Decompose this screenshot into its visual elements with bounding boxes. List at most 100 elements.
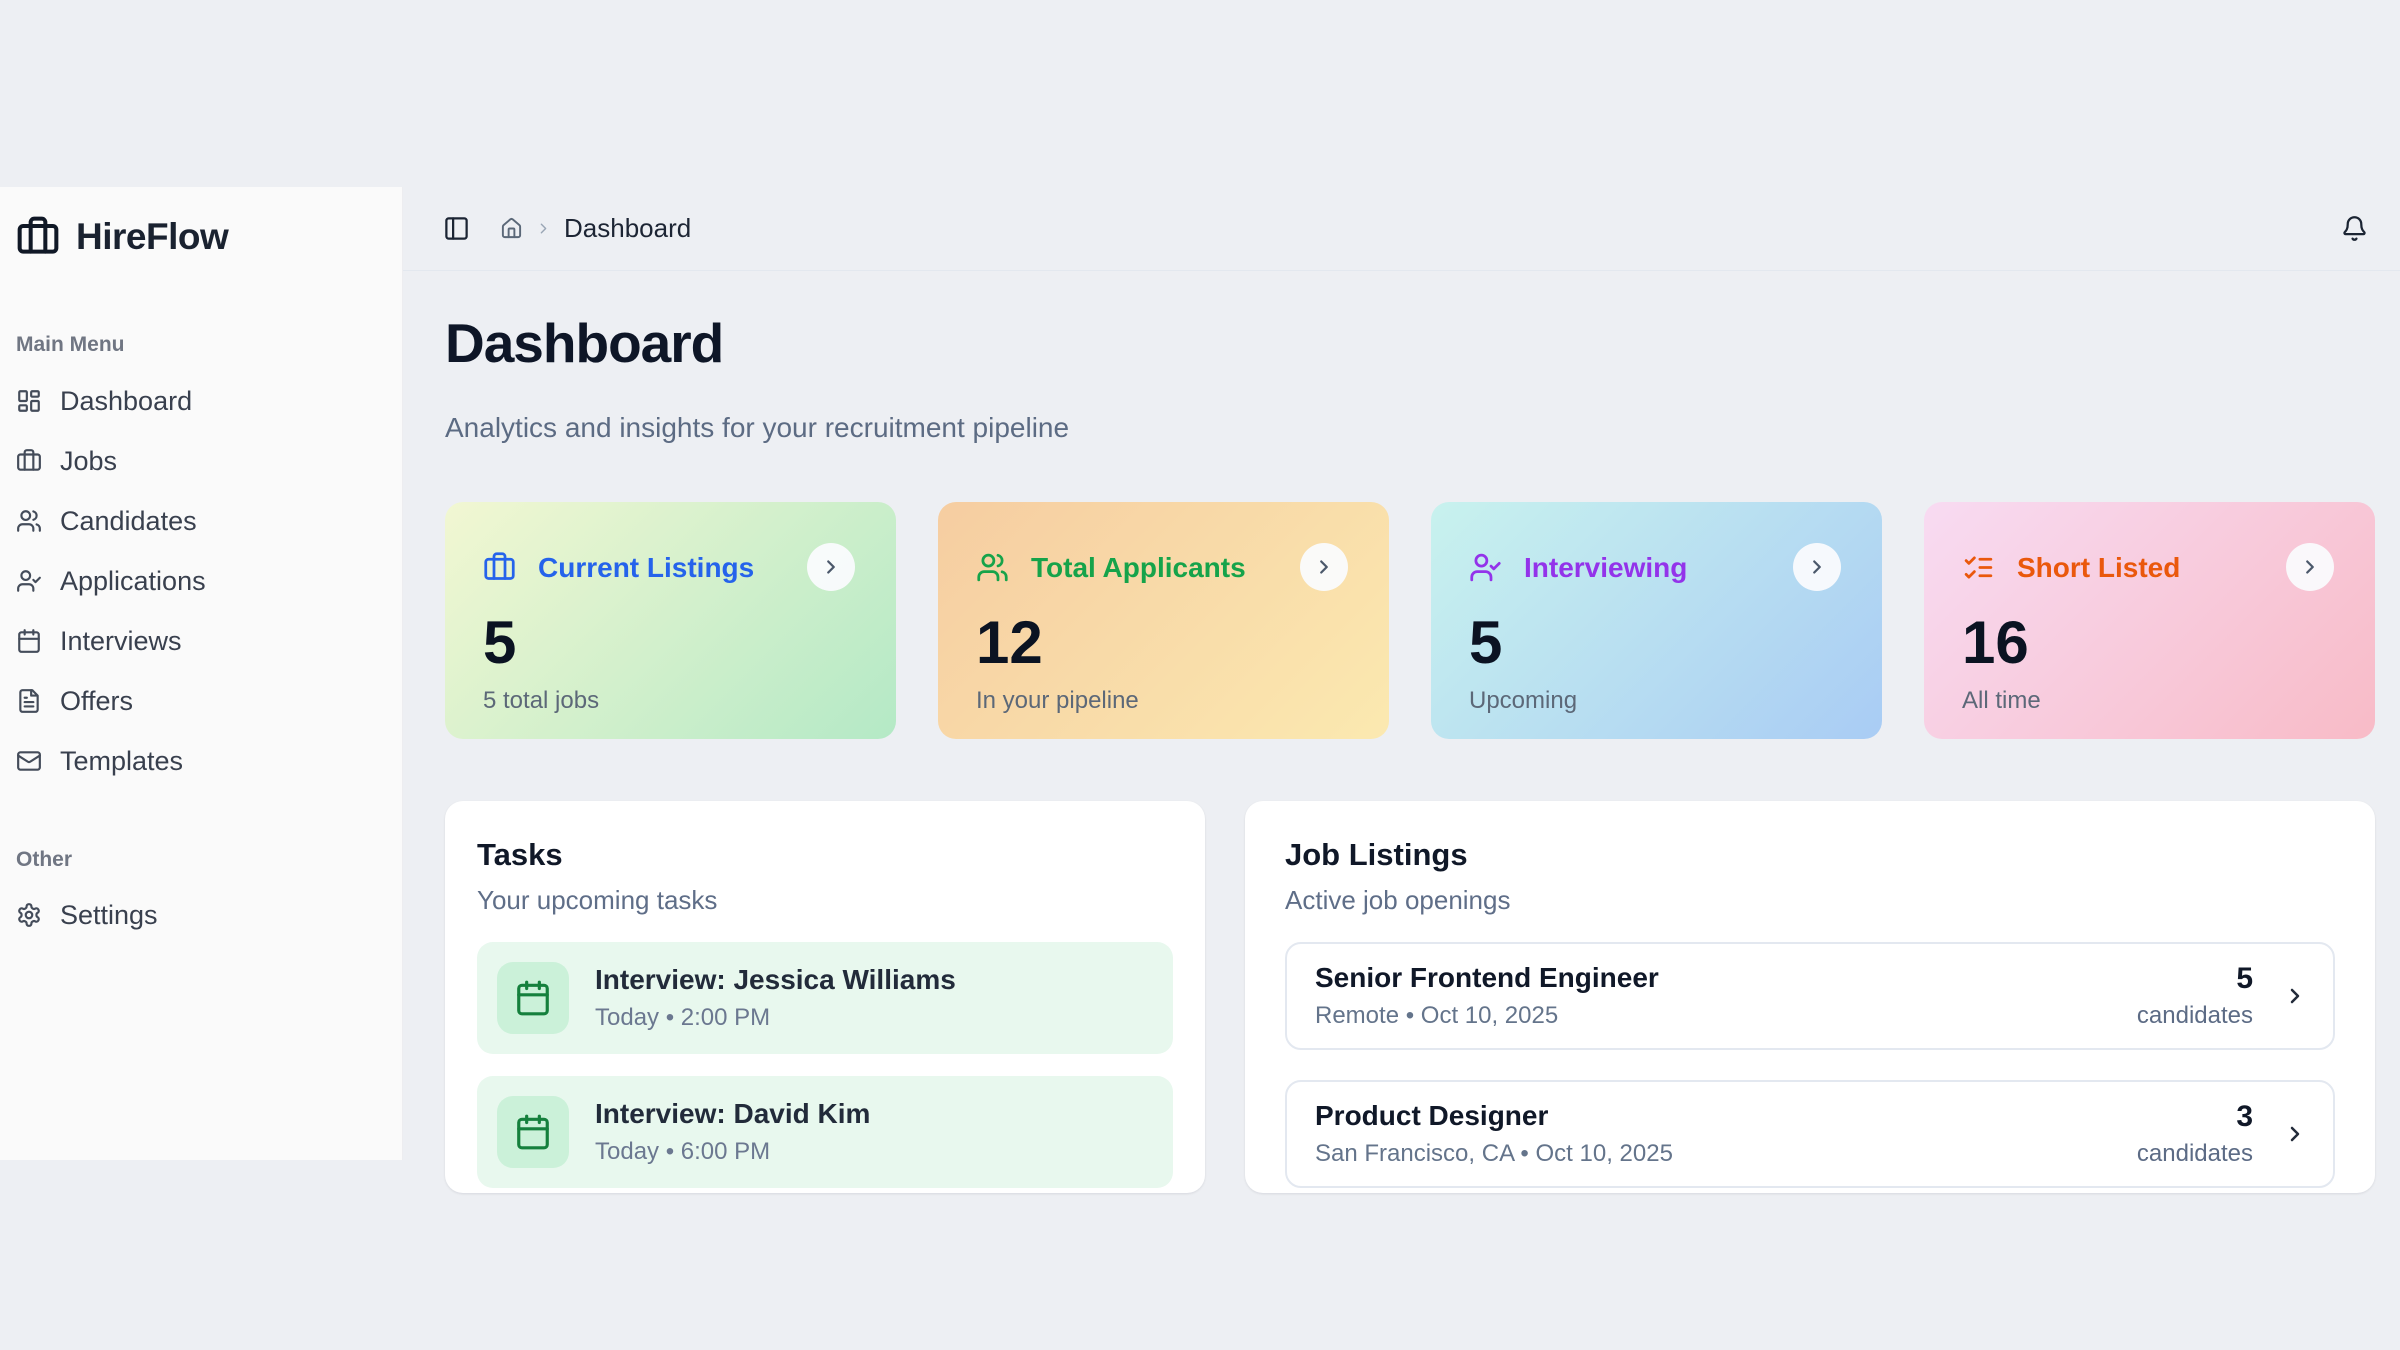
stat-card-interviewing[interactable]: Interviewing 5 Upcoming — [1431, 502, 1882, 739]
job-candidate-count: 3 — [2137, 1100, 2253, 1134]
tasks-card: Tasks Your upcoming tasks Interview: Jes… — [445, 801, 1205, 1193]
stat-card-short-listed[interactable]: Short Listed 16 All time — [1924, 502, 2375, 739]
stat-value: 5 — [1469, 608, 1846, 677]
stat-value: 5 — [483, 608, 860, 677]
job-candidate-count-label: candidates — [2137, 1002, 2253, 1030]
chevron-right-icon — [2299, 556, 2321, 578]
sidebar-item-settings[interactable]: Settings — [14, 885, 388, 945]
sidebar-item-label: Templates — [60, 746, 183, 777]
panel-left-icon — [443, 215, 470, 242]
stat-chevron-button[interactable] — [1300, 543, 1348, 591]
task-icon-chip — [497, 962, 569, 1034]
sidebar-item-applications[interactable]: Applications — [14, 551, 388, 611]
sidebar-item-label: Interviews — [60, 626, 182, 657]
home-icon — [500, 217, 523, 240]
sidebar-item-dashboard[interactable]: Dashboard — [14, 371, 388, 431]
sidebar-item-interviews[interactable]: Interviews — [14, 611, 388, 671]
job-candidate-count: 5 — [2137, 962, 2253, 996]
chevron-right-icon — [820, 556, 842, 578]
user-check-icon — [1469, 551, 1502, 584]
users-icon — [976, 551, 1009, 584]
stat-value: 16 — [1962, 608, 2339, 677]
main-content: Dashboard Analytics and insights for you… — [445, 271, 2375, 1193]
sidebar-item-label: Offers — [60, 686, 133, 717]
stat-card-current-listings[interactable]: Current Listings 5 5 total jobs — [445, 502, 896, 739]
calendar-icon — [514, 979, 552, 1017]
sidebar-section-label-other: Other — [16, 848, 388, 872]
job-listings-title: Job Listings — [1285, 837, 2335, 873]
stat-caption: In your pipeline — [976, 687, 1353, 715]
layout-dashboard-icon — [16, 388, 42, 414]
job-listings-subtitle: Active job openings — [1285, 885, 2335, 916]
calendar-icon — [514, 1113, 552, 1151]
job-row[interactable]: Product Designer San Francisco, CA • Oct… — [1285, 1080, 2335, 1188]
stat-label: Short Listed — [2017, 552, 2180, 584]
job-title: Product Designer — [1315, 1100, 2137, 1132]
sidebar-item-label: Settings — [60, 900, 158, 931]
sidebar-section-label-main-menu: Main Menu — [16, 333, 388, 357]
notifications-button[interactable] — [2341, 215, 2368, 242]
sidebar-item-label: Dashboard — [60, 386, 192, 417]
page-title: Dashboard — [445, 311, 2375, 375]
stat-chevron-button[interactable] — [2286, 543, 2334, 591]
sidebar-item-templates[interactable]: Templates — [14, 731, 388, 791]
page-subtitle: Analytics and insights for your recruitm… — [445, 412, 2375, 444]
job-row[interactable]: Senior Frontend Engineer Remote • Oct 10… — [1285, 942, 2335, 1050]
task-time: Today • 2:00 PM — [595, 1004, 956, 1032]
stats-row: Current Listings 5 5 total jobs Total Ap… — [445, 502, 2375, 739]
chevron-right-icon — [535, 220, 552, 237]
stat-label: Current Listings — [538, 552, 754, 584]
stat-caption: 5 total jobs — [483, 687, 860, 715]
sidebar-item-offers[interactable]: Offers — [14, 671, 388, 731]
job-candidate-count-label: candidates — [2137, 1140, 2253, 1168]
sidebar-item-label: Jobs — [60, 446, 117, 477]
gear-icon — [16, 902, 42, 928]
user-check-icon — [16, 568, 42, 594]
briefcase-icon — [483, 551, 516, 584]
job-title: Senior Frontend Engineer — [1315, 962, 2137, 994]
calendar-icon — [16, 628, 42, 654]
task-title: Interview: Jessica Williams — [595, 964, 956, 996]
users-icon — [16, 508, 42, 534]
topbar: Dashboard — [403, 187, 2400, 271]
briefcase-icon — [16, 448, 42, 474]
stat-card-total-applicants[interactable]: Total Applicants 12 In your pipeline — [938, 502, 1389, 739]
task-time: Today • 6:00 PM — [595, 1138, 870, 1166]
chevron-right-icon — [1806, 556, 1828, 578]
app-name: HireFlow — [76, 216, 228, 258]
sidebar-item-jobs[interactable]: Jobs — [14, 431, 388, 491]
stat-caption: All time — [1962, 687, 2339, 715]
bell-icon — [2341, 215, 2368, 242]
stat-chevron-button[interactable] — [807, 543, 855, 591]
file-text-icon — [16, 688, 42, 714]
task-item[interactable]: Interview: Jessica Williams Today • 2:00… — [477, 942, 1173, 1054]
breadcrumb-current: Dashboard — [564, 213, 691, 244]
job-listings-card: Job Listings Active job openings Senior … — [1245, 801, 2375, 1193]
app-logo[interactable]: HireFlow — [14, 213, 388, 261]
stat-value: 12 — [976, 608, 1353, 677]
task-title: Interview: David Kim — [595, 1098, 870, 1130]
job-meta: San Francisco, CA • Oct 10, 2025 — [1315, 1140, 2137, 1168]
sidebar: HireFlow Main Menu Dashboard Jobs Candid… — [0, 187, 403, 1160]
chevron-right-icon — [1313, 556, 1335, 578]
job-meta: Remote • Oct 10, 2025 — [1315, 1002, 2137, 1030]
chevron-right-icon — [2283, 1122, 2307, 1146]
sidebar-item-label: Applications — [60, 566, 206, 597]
stat-caption: Upcoming — [1469, 687, 1846, 715]
sidebar-toggle-button[interactable] — [443, 215, 470, 242]
list-checks-icon — [1962, 551, 1995, 584]
stat-chevron-button[interactable] — [1793, 543, 1841, 591]
breadcrumb-home-button[interactable] — [500, 217, 523, 240]
chevron-right-icon — [2283, 984, 2307, 1008]
sidebar-item-label: Candidates — [60, 506, 197, 537]
sidebar-item-candidates[interactable]: Candidates — [14, 491, 388, 551]
mail-icon — [16, 748, 42, 774]
stat-label: Total Applicants — [1031, 552, 1246, 584]
bottom-row: Tasks Your upcoming tasks Interview: Jes… — [445, 801, 2375, 1193]
tasks-subtitle: Your upcoming tasks — [477, 885, 1173, 916]
task-icon-chip — [497, 1096, 569, 1168]
task-item[interactable]: Interview: David Kim Today • 6:00 PM — [477, 1076, 1173, 1188]
tasks-title: Tasks — [477, 837, 1173, 873]
briefcase-logo-icon — [16, 215, 60, 259]
stat-label: Interviewing — [1524, 552, 1687, 584]
